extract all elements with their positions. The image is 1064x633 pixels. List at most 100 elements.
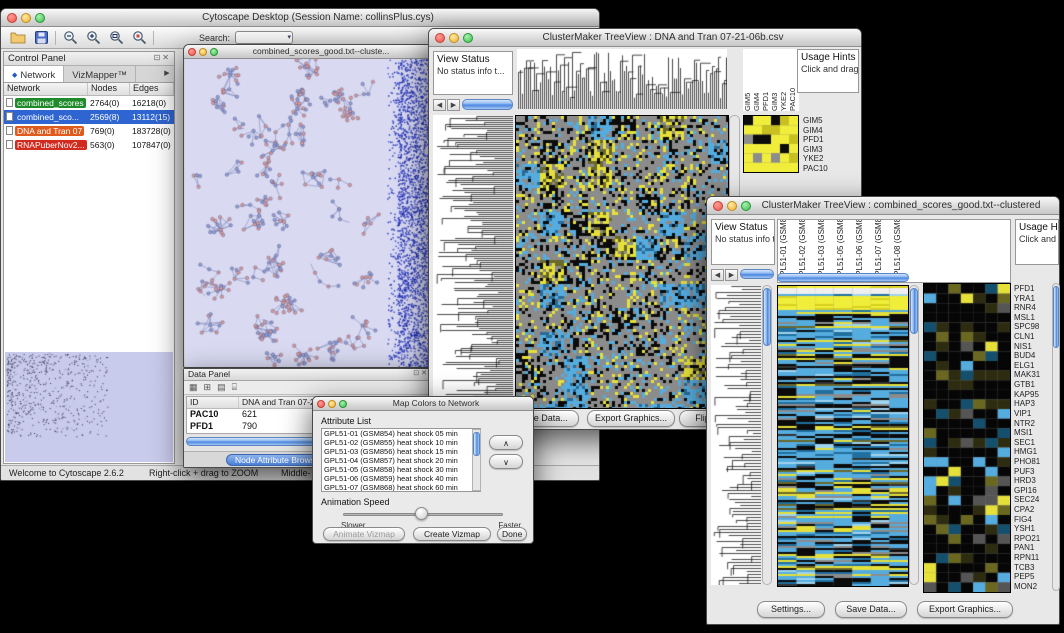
heatmap-vscrollbar[interactable] xyxy=(909,285,919,585)
open-session-button[interactable] xyxy=(9,30,27,46)
import-matrix-icon[interactable]: ⌸ xyxy=(232,382,237,393)
attribute-list-item[interactable]: GPL51-05 (GSM858) heat shock 30 min xyxy=(322,465,480,474)
attribute-list-item[interactable]: GPL51-06 (GSM859) heat shock 40 min xyxy=(322,474,480,483)
tab-vizmapper[interactable]: VizMapper™ xyxy=(64,66,136,82)
attribute-list-item[interactable]: GPL51-02 (GSM855) heat shock 10 min xyxy=(322,438,480,447)
zoom-selected-icon[interactable] xyxy=(130,30,148,46)
save-session-button[interactable] xyxy=(32,30,50,46)
row-dendrogram[interactable] xyxy=(433,115,513,407)
network-row[interactable]: combined_sco... 2569(8) 13112(15) xyxy=(4,110,174,124)
float-panel-icon[interactable]: ⊡ xyxy=(413,370,421,377)
heatmap-hscrollbar[interactable] xyxy=(777,273,909,282)
close-button[interactable] xyxy=(317,400,325,408)
close-button[interactable] xyxy=(435,33,445,43)
gene-list-vscrollbar[interactable] xyxy=(1052,283,1060,591)
col-nodes[interactable]: Nodes xyxy=(88,83,130,95)
create-attribute-icon[interactable]: ⊞ xyxy=(204,382,212,393)
tree-hscrollbar[interactable] xyxy=(462,99,513,110)
col-id[interactable]: ID xyxy=(187,397,239,408)
scroll-left-button[interactable]: ◀ xyxy=(433,99,446,111)
network-doc-icon xyxy=(6,140,13,149)
close-panel-icon[interactable]: ✕ xyxy=(162,53,171,62)
gene-label: SPC98 xyxy=(1014,322,1050,332)
attribute-list[interactable]: GPL51-01 (GSM854) heat shock 05 minGPL51… xyxy=(321,428,481,492)
gene-label: KAP95 xyxy=(1014,390,1050,400)
search-input[interactable]: ▾ xyxy=(235,31,293,44)
zoom-button[interactable] xyxy=(463,33,473,43)
done-button[interactable]: Done xyxy=(497,527,527,541)
search-dropdown-arrow[interactable]: ▾ xyxy=(288,32,292,44)
network-doc-icon xyxy=(6,126,13,135)
animate-vizmap-button[interactable]: Animate Vizmap xyxy=(323,527,405,541)
zoom-button[interactable] xyxy=(35,13,45,23)
zoom-expression-heatmap[interactable] xyxy=(923,283,1011,593)
desktop: Cytoscape Desktop (Session Name: collins… xyxy=(0,0,1064,633)
window-controls xyxy=(7,13,45,23)
export-graphics-button[interactable]: Export Graphics... xyxy=(917,601,1013,618)
minimize-button[interactable] xyxy=(328,400,336,408)
scroll-right-button[interactable]: ▶ xyxy=(447,99,460,111)
column-dendrogram[interactable] xyxy=(517,49,727,109)
close-button[interactable] xyxy=(188,48,196,56)
zoom-out-icon[interactable] xyxy=(61,30,79,46)
move-up-button[interactable]: ∧ xyxy=(489,435,523,450)
col-edges[interactable]: Edges xyxy=(130,83,174,95)
treeview-dna-titlebar[interactable]: ClusterMaker TreeView : DNA and Tran 07-… xyxy=(429,29,861,47)
zoom-button[interactable] xyxy=(741,201,751,211)
gene-label: PAN1 xyxy=(1014,543,1050,553)
network-row[interactable]: combined_scores 2764(0) 16218(0) xyxy=(4,96,174,110)
dialog-title: Map Colors to Network xyxy=(345,398,527,408)
tab-network[interactable]: ◆ Network xyxy=(4,66,64,82)
minimize-button[interactable] xyxy=(21,13,31,23)
network-view-titlebar[interactable]: combined_scores_good.txt--cluste... xyxy=(184,45,432,59)
create-vizmap-button[interactable]: Create Vizmap xyxy=(413,527,491,541)
select-attributes-icon[interactable]: ▦ xyxy=(189,382,198,393)
settings-button[interactable]: Settings... xyxy=(757,601,825,618)
data-panel-titlebar[interactable]: Data Panel ⊡✕ xyxy=(184,369,432,381)
minimize-button[interactable] xyxy=(449,33,459,43)
tree-hscrollbar[interactable] xyxy=(740,269,774,279)
attribute-list-item[interactable]: GPL51-04 (GSM857) heat shock 20 min xyxy=(322,456,480,465)
minimize-button[interactable] xyxy=(199,48,207,56)
zoom-fit-icon[interactable] xyxy=(107,30,125,46)
float-panel-icon[interactable]: ⊡ xyxy=(154,53,163,62)
matrix-row-label: GIM3 xyxy=(803,145,843,155)
scroll-left-button[interactable]: ◀ xyxy=(711,269,724,281)
attribute-list-icon[interactable]: ▤ xyxy=(217,382,226,393)
status-welcome: Welcome to Cytoscape 2.6.2 xyxy=(9,468,124,478)
gene-dendrogram[interactable] xyxy=(711,285,761,585)
minimize-button[interactable] xyxy=(727,201,737,211)
close-button[interactable] xyxy=(713,201,723,211)
window-controls xyxy=(317,400,347,408)
speed-slider-thumb[interactable] xyxy=(415,507,428,520)
export-graphics-button[interactable]: Export Graphics... xyxy=(587,410,675,427)
col-network[interactable]: Network xyxy=(4,83,88,95)
attribute-list-item[interactable]: GPL51-07 (GSM868) heat shock 60 min xyxy=(322,483,480,492)
network-row[interactable]: RNAPuberNov2... 563(0) 107847(0) xyxy=(4,138,174,152)
matrix-column-label: GIM4 xyxy=(752,49,761,111)
network-graph-canvas[interactable] xyxy=(185,59,433,367)
scroll-thumb[interactable] xyxy=(763,288,771,346)
network-overview-thumbnail[interactable] xyxy=(5,352,173,462)
global-expression-heatmap[interactable] xyxy=(777,285,909,587)
zoom-in-icon[interactable] xyxy=(84,30,102,46)
move-down-button[interactable]: ∨ xyxy=(489,454,523,469)
dialog-titlebar[interactable]: Map Colors to Network xyxy=(313,397,533,411)
animation-speed-label: Animation Speed xyxy=(321,497,390,507)
scroll-thumb[interactable] xyxy=(1053,286,1059,348)
attribute-list-item[interactable]: GPL51-03 (GSM856) heat shock 15 min xyxy=(322,447,480,456)
tab-overflow-arrow[interactable]: ▶ xyxy=(160,66,174,82)
scroll-thumb[interactable] xyxy=(473,432,480,456)
save-data-button[interactable]: Save Data... xyxy=(835,601,907,618)
dendrogram-vscrollbar[interactable] xyxy=(762,285,772,585)
network-row[interactable]: DNA and Tran 07 769(0) 183728(0) xyxy=(4,124,174,138)
treeview-combined-titlebar[interactable]: ClusterMaker TreeView : combined_scores_… xyxy=(707,197,1059,215)
expression-heatmap[interactable] xyxy=(515,115,729,409)
attribute-list-item[interactable]: GPL51-01 (GSM854) heat shock 05 min xyxy=(322,429,480,438)
scroll-right-button[interactable]: ▶ xyxy=(725,269,738,281)
main-titlebar[interactable]: Cytoscape Desktop (Session Name: collins… xyxy=(1,9,599,27)
attribute-list-scrollbar[interactable] xyxy=(472,429,481,491)
scroll-thumb[interactable] xyxy=(910,288,918,334)
close-button[interactable] xyxy=(7,13,17,23)
correlation-matrix-heatmap[interactable] xyxy=(743,115,799,173)
